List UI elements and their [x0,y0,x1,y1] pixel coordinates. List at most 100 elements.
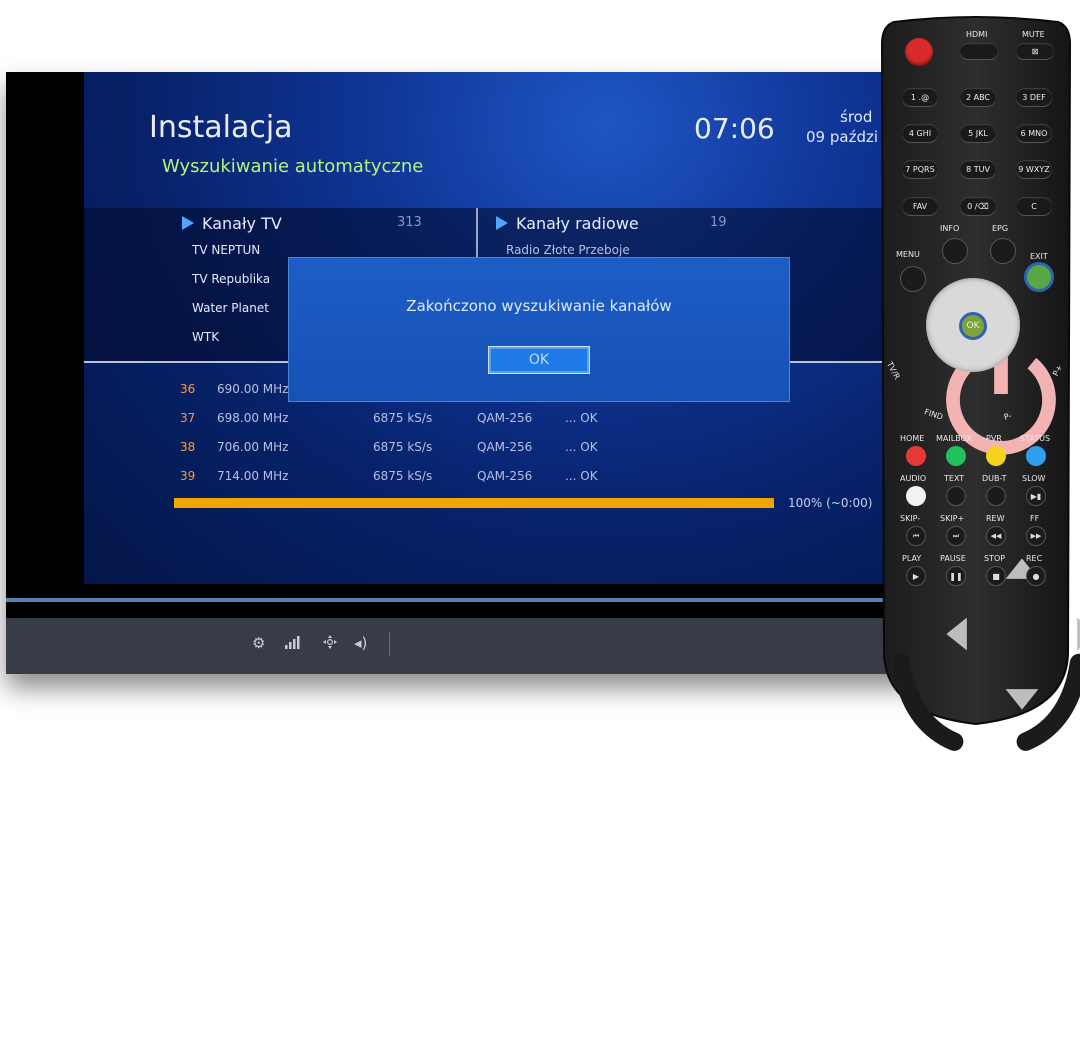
ff-label: FF [1030,514,1040,523]
rewind-button[interactable]: ◀◀ [986,526,1006,546]
mute-label: MUTE [1022,30,1045,39]
tv-channels-count: 313 [397,215,422,230]
text-label: TEXT [944,474,965,483]
scan-row-rate: 6875 kS/s [373,440,433,454]
volume-icon[interactable]: ◂) [354,634,367,652]
key-3[interactable]: 3 DEF [1016,88,1052,106]
blue-button[interactable] [1026,446,1046,466]
slow-button[interactable]: ▶▮ [1026,486,1046,506]
scan-row-num: 36 [180,382,196,396]
scan-row-rate: 6875 kS/s [373,411,433,425]
signal-icon[interactable] [284,634,304,654]
epg-button[interactable] [990,238,1016,264]
remote-control: HDMI MUTE ⊠ 1 .@ 2 ABC 3 DEF 4 GHI 5 JKL… [880,14,1080,751]
yellow-button[interactable] [986,446,1006,466]
mailbox-label: MAILBOX [936,434,972,443]
key-5[interactable]: 5 JKL [960,124,996,142]
dialog-message: Zakończono wyszukiwanie kanałów [406,297,672,315]
hdmi-label: HDMI [966,30,988,39]
home-label: HOME [900,434,925,443]
info-label: INFO [940,224,960,233]
fast-forward-button[interactable]: ▶▶ [1026,526,1046,546]
power-button[interactable] [905,38,1056,455]
dialog-ok-button[interactable]: OK [488,346,590,374]
scan-row-rate: 6875 kS/s [373,469,433,483]
navigate-icon[interactable] [322,634,338,654]
stop-icon: ■ [992,571,1000,581]
dub-t-label: DUB-T [982,474,1007,483]
bar-separator [389,632,390,656]
green-button[interactable] [946,446,966,466]
tv-channel-item: WTK [192,330,220,344]
triangle-icon [182,216,194,230]
play-label: PLAY [902,554,922,563]
key-4[interactable]: 4 GHI [902,124,938,142]
stop-button[interactable]: ■ [986,566,1006,586]
progress-text: 100% (~0:00) [788,496,873,510]
radio-channels-header: Kanały radiowe [496,214,639,233]
scan-row-num: 37 [180,411,196,425]
date-day: środ [840,108,873,126]
tv-channels-header: Kanały TV [182,214,282,233]
signal-bars [285,636,300,649]
skip-forward-label: SKIP+ [940,514,965,523]
ok-button[interactable]: OK [959,312,987,340]
rec-label: REC [1026,554,1043,563]
audio-button[interactable] [906,486,926,506]
scan-row-status: ... OK [565,469,598,483]
key-8[interactable]: 8 TUV [960,160,996,178]
key-2[interactable]: 2 ABC [960,88,996,106]
scan-row-num: 39 [180,469,196,483]
audio-label: AUDIO [900,474,927,483]
skip-back-button[interactable]: ⏮ [906,526,926,546]
tv-channel-item: Water Planet [192,301,269,315]
skip-forward-button[interactable]: ⏭ [946,526,966,546]
play-button[interactable]: ▶ [906,566,926,586]
scan-row-freq: 706.00 MHz [217,440,289,454]
text-button[interactable] [946,486,966,506]
tv-screen: Instalacja Wyszukiwanie automatyczne 07:… [84,72,926,584]
menu-label: MENU [896,250,920,259]
tv-channel-item: TV NEPTUN [192,243,261,257]
key-1[interactable]: 1 .@ [902,88,938,106]
mute-button[interactable]: ⊠ [1016,43,1054,59]
stop-label: STOP [984,554,1006,563]
exit-label: EXIT [1030,252,1048,261]
date-date: 09 paździ [806,128,879,146]
hdmi-button[interactable] [960,43,998,59]
pause-icon: ❚❚ [949,571,963,581]
slow-label: SLOW [1022,474,1046,483]
page-title: Instalacja [149,110,293,145]
pause-label: PAUSE [940,554,966,563]
dub-t-button[interactable] [986,486,1006,506]
page-subtitle: Wyszukiwanie automatyczne [162,156,424,177]
key-9[interactable]: 9 WXYZ [1016,160,1052,178]
menu-button[interactable] [900,266,926,292]
red-button[interactable] [906,446,926,466]
slow-icon: ▶▮ [1030,491,1042,501]
key-7[interactable]: 7 PQRS [902,160,938,178]
fast-forward-icon: ▶▶ [1030,532,1042,540]
record-button[interactable]: ● [1026,566,1046,586]
tv-bottom-bar: ⚙ ◂) [6,618,926,674]
scan-row-freq: 714.00 MHz [217,469,289,483]
mute-icon: ⊠ [1031,46,1039,56]
key-6[interactable]: 6 MNO [1016,124,1052,142]
rew-label: REW [986,514,1005,523]
navigate-cross [323,635,337,649]
scan-row-freq: 698.00 MHz [217,411,289,425]
skip-back-icon: ⏮ [912,531,920,540]
bottom-bar-accent [6,598,926,602]
clear-button[interactable]: C [1016,197,1052,215]
tv-channel-item: TV Republika [192,272,271,286]
skip-back-label: SKIP- [900,514,921,523]
key-0[interactable]: 0 /⌫ [960,197,996,215]
scan-row-freq: 690.00 MHz [217,382,289,396]
radio-channel-item: Radio Złote Przeboje [506,243,630,257]
tv-frame: Instalacja Wyszukiwanie automatyczne 07:… [6,72,926,674]
pause-button[interactable]: ❚❚ [946,566,966,586]
info-button[interactable] [942,238,968,264]
settings-icon[interactable]: ⚙ [252,634,265,652]
fav-button[interactable]: FAV [902,197,938,215]
pvr-label: PVR [986,434,1002,443]
